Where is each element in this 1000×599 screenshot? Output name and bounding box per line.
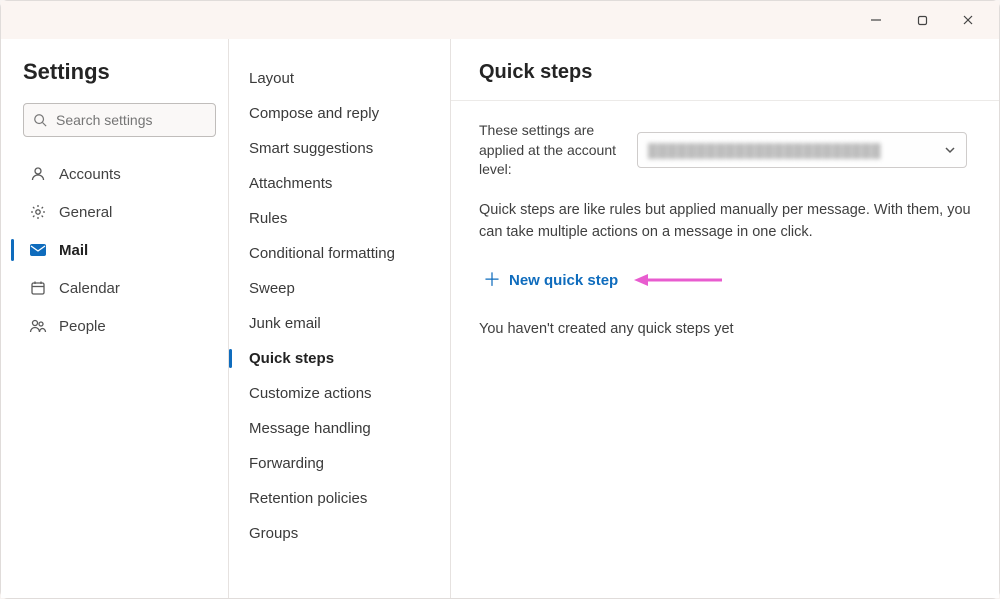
submenu-label: Customize actions: [249, 385, 372, 402]
search-settings-wrap: [23, 103, 216, 137]
submenu-item-groups[interactable]: Groups: [229, 516, 450, 551]
search-settings-input[interactable]: [23, 103, 216, 137]
page-title: Quick steps: [479, 61, 971, 84]
submenu-item-attachments[interactable]: Attachments: [229, 166, 450, 201]
submenu-item-sweep[interactable]: Sweep: [229, 271, 450, 306]
sidebar-item-accounts[interactable]: Accounts: [23, 155, 216, 193]
submenu-label: Message handling: [249, 420, 371, 437]
new-quick-step-button[interactable]: ＋ New quick step: [479, 265, 622, 295]
new-step-row: ＋ New quick step: [479, 265, 971, 295]
account-select[interactable]: ████████████████████████: [637, 132, 967, 168]
account-email-blurred: ████████████████████████: [648, 143, 881, 158]
submenu-item-smart-suggestions[interactable]: Smart suggestions: [229, 131, 450, 166]
quick-steps-description: Quick steps are like rules but applied m…: [479, 200, 971, 244]
sidebar-item-label: General: [59, 204, 112, 221]
submenu-item-layout[interactable]: Layout: [229, 61, 450, 96]
submenu-item-conditional-formatting[interactable]: Conditional formatting: [229, 236, 450, 271]
sidebar-item-general[interactable]: General: [23, 193, 216, 231]
account-row: These settings are applied at the accoun…: [479, 121, 971, 180]
person-icon: [27, 166, 49, 182]
submenu-item-retention-policies[interactable]: Retention policies: [229, 481, 450, 516]
submenu-item-quick-steps[interactable]: Quick steps: [229, 341, 450, 376]
submenu-label: Attachments: [249, 175, 332, 192]
main-body: These settings are applied at the accoun…: [451, 101, 999, 357]
sidebar-item-label: Accounts: [59, 166, 121, 183]
mail-submenu: Layout Compose and reply Smart suggestio…: [229, 39, 451, 598]
window-close-button[interactable]: [961, 13, 975, 27]
submenu-item-customize-actions[interactable]: Customize actions: [229, 376, 450, 411]
submenu-item-junk-email[interactable]: Junk email: [229, 306, 450, 341]
sidebar-item-label: Mail: [59, 242, 88, 259]
settings-window: Settings Accounts General: [0, 0, 1000, 599]
search-icon: [33, 113, 47, 127]
mail-icon: [27, 243, 49, 257]
submenu-label: Compose and reply: [249, 105, 379, 122]
window-titlebar: [1, 1, 999, 39]
settings-title: Settings: [23, 59, 216, 85]
submenu-label: Sweep: [249, 280, 295, 297]
sidebar-item-mail[interactable]: Mail: [23, 231, 216, 269]
sidebar-item-people[interactable]: People: [23, 307, 216, 345]
submenu-label: Retention policies: [249, 490, 367, 507]
sidebar-item-calendar[interactable]: Calendar: [23, 269, 216, 307]
gear-icon: [27, 204, 49, 220]
submenu-label: Junk email: [249, 315, 321, 332]
window-minimize-button[interactable]: [869, 13, 883, 27]
submenu-label: Quick steps: [249, 350, 334, 367]
submenu-item-message-handling[interactable]: Message handling: [229, 411, 450, 446]
window-maximize-button[interactable]: [915, 13, 929, 27]
plus-icon: ＋: [483, 271, 501, 289]
main-header: Quick steps: [451, 39, 999, 101]
main-pane: Quick steps These settings are applied a…: [451, 39, 999, 598]
sidebar-item-label: Calendar: [59, 280, 120, 297]
submenu-item-compose[interactable]: Compose and reply: [229, 96, 450, 131]
annotation-arrow-icon: [632, 271, 724, 289]
calendar-icon: [27, 280, 49, 296]
settings-sidebar: Settings Accounts General: [1, 39, 229, 598]
people-icon: [27, 318, 49, 334]
submenu-label: Layout: [249, 70, 294, 87]
sidebar-item-label: People: [59, 318, 106, 335]
submenu-label: Rules: [249, 210, 287, 227]
submenu-label: Groups: [249, 525, 298, 542]
chevron-down-icon: [944, 144, 956, 156]
empty-state-message: You haven't created any quick steps yet: [479, 321, 971, 337]
submenu-label: Forwarding: [249, 455, 324, 472]
submenu-label: Conditional formatting: [249, 245, 395, 262]
submenu-item-rules[interactable]: Rules: [229, 201, 450, 236]
submenu-item-forwarding[interactable]: Forwarding: [229, 446, 450, 481]
account-scope-label: These settings are applied at the accoun…: [479, 121, 619, 180]
content-area: Settings Accounts General: [1, 39, 999, 598]
new-quick-step-label: New quick step: [509, 272, 618, 289]
submenu-label: Smart suggestions: [249, 140, 373, 157]
